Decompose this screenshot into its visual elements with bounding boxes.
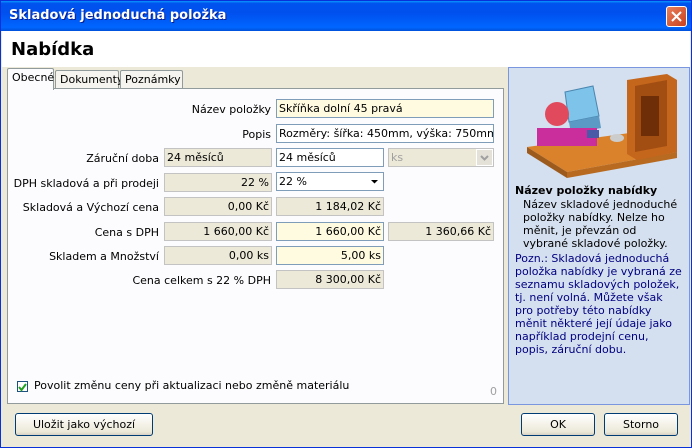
warranty-label: Záruční doba <box>86 152 159 165</box>
tab-label: Obecné <box>12 71 55 84</box>
cancel-button[interactable]: Storno <box>604 413 678 436</box>
price-vat-label: Cena s DPH <box>94 226 159 239</box>
allow-change-checkbox[interactable] <box>17 381 28 392</box>
price-vat-stock-field: 1 660,00 Kč <box>164 222 272 241</box>
price-label: Skladová a Výchozí cena <box>22 201 159 214</box>
page-title: Nabídka <box>11 39 95 60</box>
quantity-label: Skladem a Množství <box>49 250 159 263</box>
cabinet-illustration-icon <box>527 74 677 178</box>
vat-stock-field: 22 % <box>164 173 272 192</box>
warranty-stock-field: 24 měsíců <box>164 148 272 167</box>
tab-documents[interactable]: Dokumenty <box>55 70 123 89</box>
dialog-window: Skladová jednoduchá položka Nabídka Obec… <box>0 0 692 448</box>
vat-sale-select[interactable]: 22 % <box>276 172 384 191</box>
price-stock-field: 0,00 Kč <box>164 197 272 216</box>
vat-label: DPH skladová a při prodeji <box>13 177 159 190</box>
title-bar[interactable]: Skladová jednoduchá položka <box>1 1 691 31</box>
help-panel: Název položky nabídky Název skladové jed… <box>508 67 690 405</box>
checkmark-icon <box>18 383 27 392</box>
help-title: Název položky nabídky <box>515 184 658 197</box>
tab-general[interactable]: Obecné <box>7 68 54 90</box>
help-description: Název skladové jednoduché položky nabídk… <box>523 198 678 250</box>
page-header: Nabídka <box>2 31 690 67</box>
tab-notes[interactable]: Poznámky <box>120 70 183 89</box>
tab-label: Dokumenty <box>60 73 124 86</box>
warranty-unit-value: ks <box>391 151 404 164</box>
vat-sale-value: 22 % <box>279 175 307 188</box>
window-title: Skladová jednoduchá položka <box>9 8 227 23</box>
total-label: Cena celkem s 22 % DPH <box>132 274 271 287</box>
help-note: Pozn.: Skladová jednoduchá položka nabíd… <box>515 252 682 356</box>
total-field: 8 300,00 Kč <box>276 270 384 289</box>
price-default-field: 1 184,02 Kč <box>276 197 384 216</box>
save-default-button[interactable]: Uložit jako výchozí <box>15 413 153 436</box>
character-counter: 0 <box>490 385 497 398</box>
chevron-down-icon[interactable] <box>366 173 383 190</box>
description-field[interactable]: Rozměry: šířka: 450mm, výška: 750mm, hlo… <box>276 124 494 143</box>
price-vat-field[interactable]: 1 660,00 Kč <box>276 222 384 241</box>
quantity-field[interactable]: 5,00 ks <box>276 246 384 265</box>
tab-label: Poznámky <box>125 73 181 86</box>
allow-change-label[interactable]: Povolit změnu ceny při aktualizaci nebo … <box>34 379 349 392</box>
price-vat-extra-field: 1 360,66 Kč <box>388 222 494 241</box>
ok-button[interactable]: OK <box>521 413 595 436</box>
chevron-down-icon <box>476 149 493 166</box>
name-label: Název položky <box>191 103 271 116</box>
quantity-stock-field: 0,00 ks <box>164 246 272 265</box>
close-icon <box>671 11 682 22</box>
warranty-field[interactable]: 24 měsíců <box>276 148 384 167</box>
description-label: Popis <box>242 128 271 141</box>
close-button[interactable] <box>666 6 687 27</box>
warranty-unit-select: ks <box>388 148 494 167</box>
name-field[interactable]: Skříňka dolní 45 pravá <box>276 99 494 118</box>
